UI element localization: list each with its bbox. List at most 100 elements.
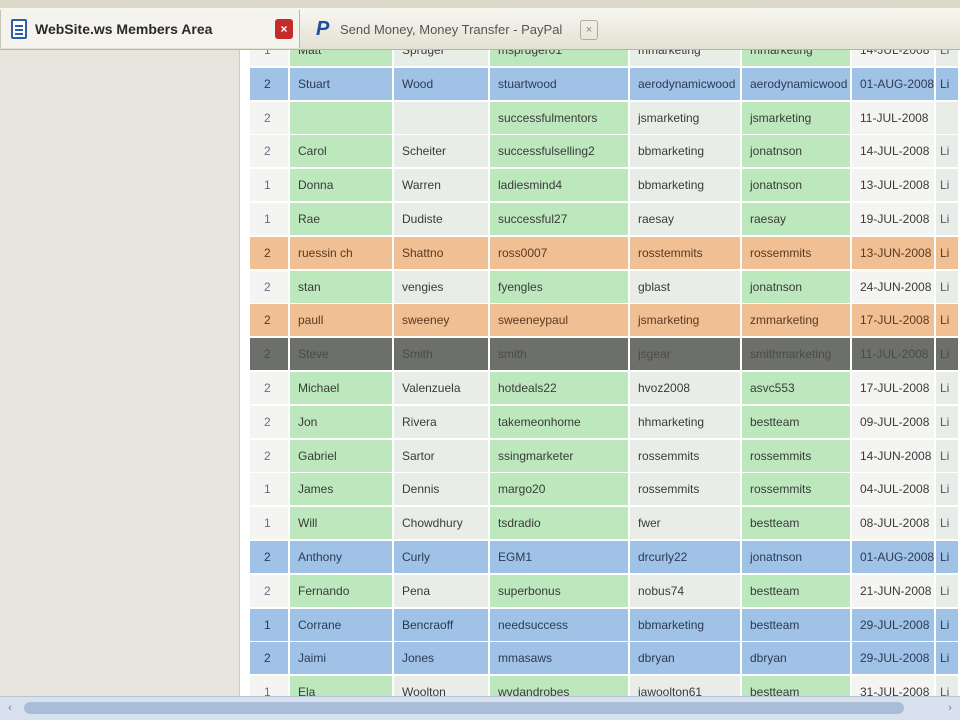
table-row[interactable]: 2 Fernando Pena superbonus nobus74 bestteam 21…	[250, 574, 960, 607]
cell-link[interactable]: Li	[936, 338, 960, 371]
table-row[interactable]: 1 Will Chowdhury tsdradio fwer bestteam 08-JUL…	[250, 507, 960, 540]
cell-link[interactable]: Li	[936, 202, 960, 235]
table-row[interactable]: 1 Matt Spruger mspruger01 mmarketing mmarketi…	[250, 50, 960, 66]
cell-member-level: 2	[250, 642, 290, 675]
cell-join-date: 13-JUL-2008	[852, 169, 936, 202]
cell-link[interactable]: Li	[936, 270, 960, 303]
table-row[interactable]: 2 Anthony Curly EGM1 drcurly22 jonatnson 01-AU…	[250, 540, 960, 573]
cell-link[interactable]: Li	[936, 304, 960, 337]
cell-member-level: 2	[250, 304, 290, 337]
cell-link[interactable]: Li	[936, 236, 960, 269]
scroll-left-icon[interactable]: ‹	[2, 700, 18, 716]
cell-team: bestteam	[742, 676, 852, 696]
table-row[interactable]: 1 James Dennis margo20 rossemmits rossemmits 0…	[250, 473, 960, 506]
cell-team: rossemmits	[742, 439, 852, 472]
cell-member-level: 1	[250, 676, 290, 696]
cell-last-name: Bencraoff	[394, 608, 490, 641]
table-row[interactable]: 2 paull sweeney sweeneypaul jsmarketing zmmar…	[250, 304, 960, 337]
cell-join-date: 04-JUL-2008	[852, 473, 936, 506]
cell-member-level: 1	[250, 169, 290, 202]
cell-team: jonatnson	[742, 540, 852, 573]
table-row[interactable]: 2 Stuart Wood stuartwood aerodynamicwood aero…	[250, 67, 960, 100]
cell-last-name: Smith	[394, 338, 490, 371]
members-table: 1 Matt Spruger mspruger01 mmarketing mmarketi…	[250, 50, 960, 696]
cell-member-level: 2	[250, 371, 290, 404]
cell-first-name: Stuart	[290, 67, 394, 100]
cell-member-level: 2	[250, 270, 290, 303]
cell-join-date: 11-JUL-2008	[852, 101, 936, 134]
table-row[interactable]: 1 Donna Warren ladiesmind4 bbmarketing jonatn…	[250, 169, 960, 202]
cell-member-level: 2	[250, 135, 290, 168]
cell-link[interactable]: Li	[936, 473, 960, 506]
cell-team: jonatnson	[742, 270, 852, 303]
table-row[interactable]: 2 Michael Valenzuela hotdeals22 hvoz2008 asvc…	[250, 371, 960, 404]
cell-link[interactable]: Li	[936, 574, 960, 607]
cell-last-name	[394, 101, 490, 134]
tab-paypal[interactable]: P Send Money, Money Transfer - PayPal ×	[308, 10, 608, 48]
cell-first-name: Corrane	[290, 608, 394, 641]
table-row[interactable]: 2 Jon Rivera takemeonhome hhmarketing besttea…	[250, 405, 960, 438]
cell-member-level: 2	[250, 67, 290, 100]
cell-username: smith	[490, 338, 630, 371]
cell-last-name: Shattno	[394, 236, 490, 269]
cell-first-name: stan	[290, 270, 394, 303]
cell-last-name: Scheiter	[394, 135, 490, 168]
cell-last-name: sweeney	[394, 304, 490, 337]
cell-link[interactable]: Li	[936, 169, 960, 202]
table-row[interactable]: 2 successfulmentors jsmarketing jsmarketing…	[250, 101, 960, 134]
window-frame-top	[0, 0, 960, 8]
table-row[interactable]: 1 Corrane Bencraoff needsuccess bbmarketing b…	[250, 608, 960, 641]
cell-team: bestteam	[742, 608, 852, 641]
cell-link[interactable]: Li	[936, 642, 960, 675]
cell-join-date: 31-JUL-2008	[852, 676, 936, 696]
tab-members-area[interactable]: WebSite.ws Members Area ×	[0, 10, 300, 48]
cell-first-name: Carol	[290, 135, 394, 168]
cell-sponsor: rosstemmits	[630, 236, 742, 269]
close-icon[interactable]: ×	[275, 19, 293, 39]
cell-team: rossemmits	[742, 473, 852, 506]
cell-join-date: 29-JUL-2008	[852, 608, 936, 641]
cell-team: bestteam	[742, 507, 852, 540]
cell-last-name: Dennis	[394, 473, 490, 506]
cell-last-name: Pena	[394, 574, 490, 607]
cell-sponsor: mmarketing	[630, 50, 742, 66]
cell-link[interactable]: Li	[936, 439, 960, 472]
cell-username: stuartwood	[490, 67, 630, 100]
cell-last-name: Jones	[394, 642, 490, 675]
table-row[interactable]: 2 Carol Scheiter successfulselling2 bbmarket…	[250, 135, 960, 168]
cell-first-name: Will	[290, 507, 394, 540]
table-row[interactable]: 2 Jaimi Jones mmasaws dbryan dbryan 29-JUL-200…	[250, 642, 960, 675]
table-row[interactable]: 2 Gabriel Sartor ssingmarketer rossemmits ros…	[250, 439, 960, 472]
cell-link[interactable]: Li	[936, 676, 960, 696]
horizontal-scrollbar[interactable]: ‹ ›	[0, 696, 960, 720]
cell-link[interactable]: Li	[936, 135, 960, 168]
table-row[interactable]: 2 stan vengies fyengles gblast jonatnson 24-JU…	[250, 270, 960, 303]
close-icon[interactable]: ×	[580, 20, 598, 40]
cell-link[interactable]: Li	[936, 540, 960, 573]
cell-team: bestteam	[742, 405, 852, 438]
table-row[interactable]: 1 Rae Dudiste successful27 raesay raesay 19-JU…	[250, 202, 960, 235]
cell-link[interactable]: Li	[936, 608, 960, 641]
cell-sponsor: rossemmits	[630, 439, 742, 472]
scrollbar-thumb[interactable]	[24, 702, 904, 714]
cell-link[interactable]: Li	[936, 405, 960, 438]
table-row[interactable]: 2 Steve Smith smith jsgear smithmarketing 11-J…	[250, 338, 960, 371]
cell-link[interactable]: Li	[936, 50, 960, 66]
cell-username: successful27	[490, 202, 630, 235]
cell-link[interactable]: Li	[936, 67, 960, 100]
cell-first-name: Michael	[290, 371, 394, 404]
cell-first-name: Ela	[290, 676, 394, 696]
cell-last-name: Wood	[394, 67, 490, 100]
cell-join-date: 29-JUL-2008	[852, 642, 936, 675]
table-row[interactable]: 2 ruessin ch Shattno ross0007 rosstemmits ros…	[250, 236, 960, 269]
cell-link[interactable]	[936, 101, 960, 134]
table-row[interactable]: 1 Ela Woolton wvdandrobes jawoolton61 besttea…	[250, 676, 960, 696]
cell-username: ladiesmind4	[490, 169, 630, 202]
cell-sponsor: bbmarketing	[630, 169, 742, 202]
cell-join-date: 19-JUL-2008	[852, 202, 936, 235]
cell-link[interactable]: Li	[936, 507, 960, 540]
cell-link[interactable]: Li	[936, 371, 960, 404]
scroll-right-icon[interactable]: ›	[942, 700, 958, 716]
cell-first-name: Rae	[290, 202, 394, 235]
cell-join-date: 21-JUN-2008	[852, 574, 936, 607]
